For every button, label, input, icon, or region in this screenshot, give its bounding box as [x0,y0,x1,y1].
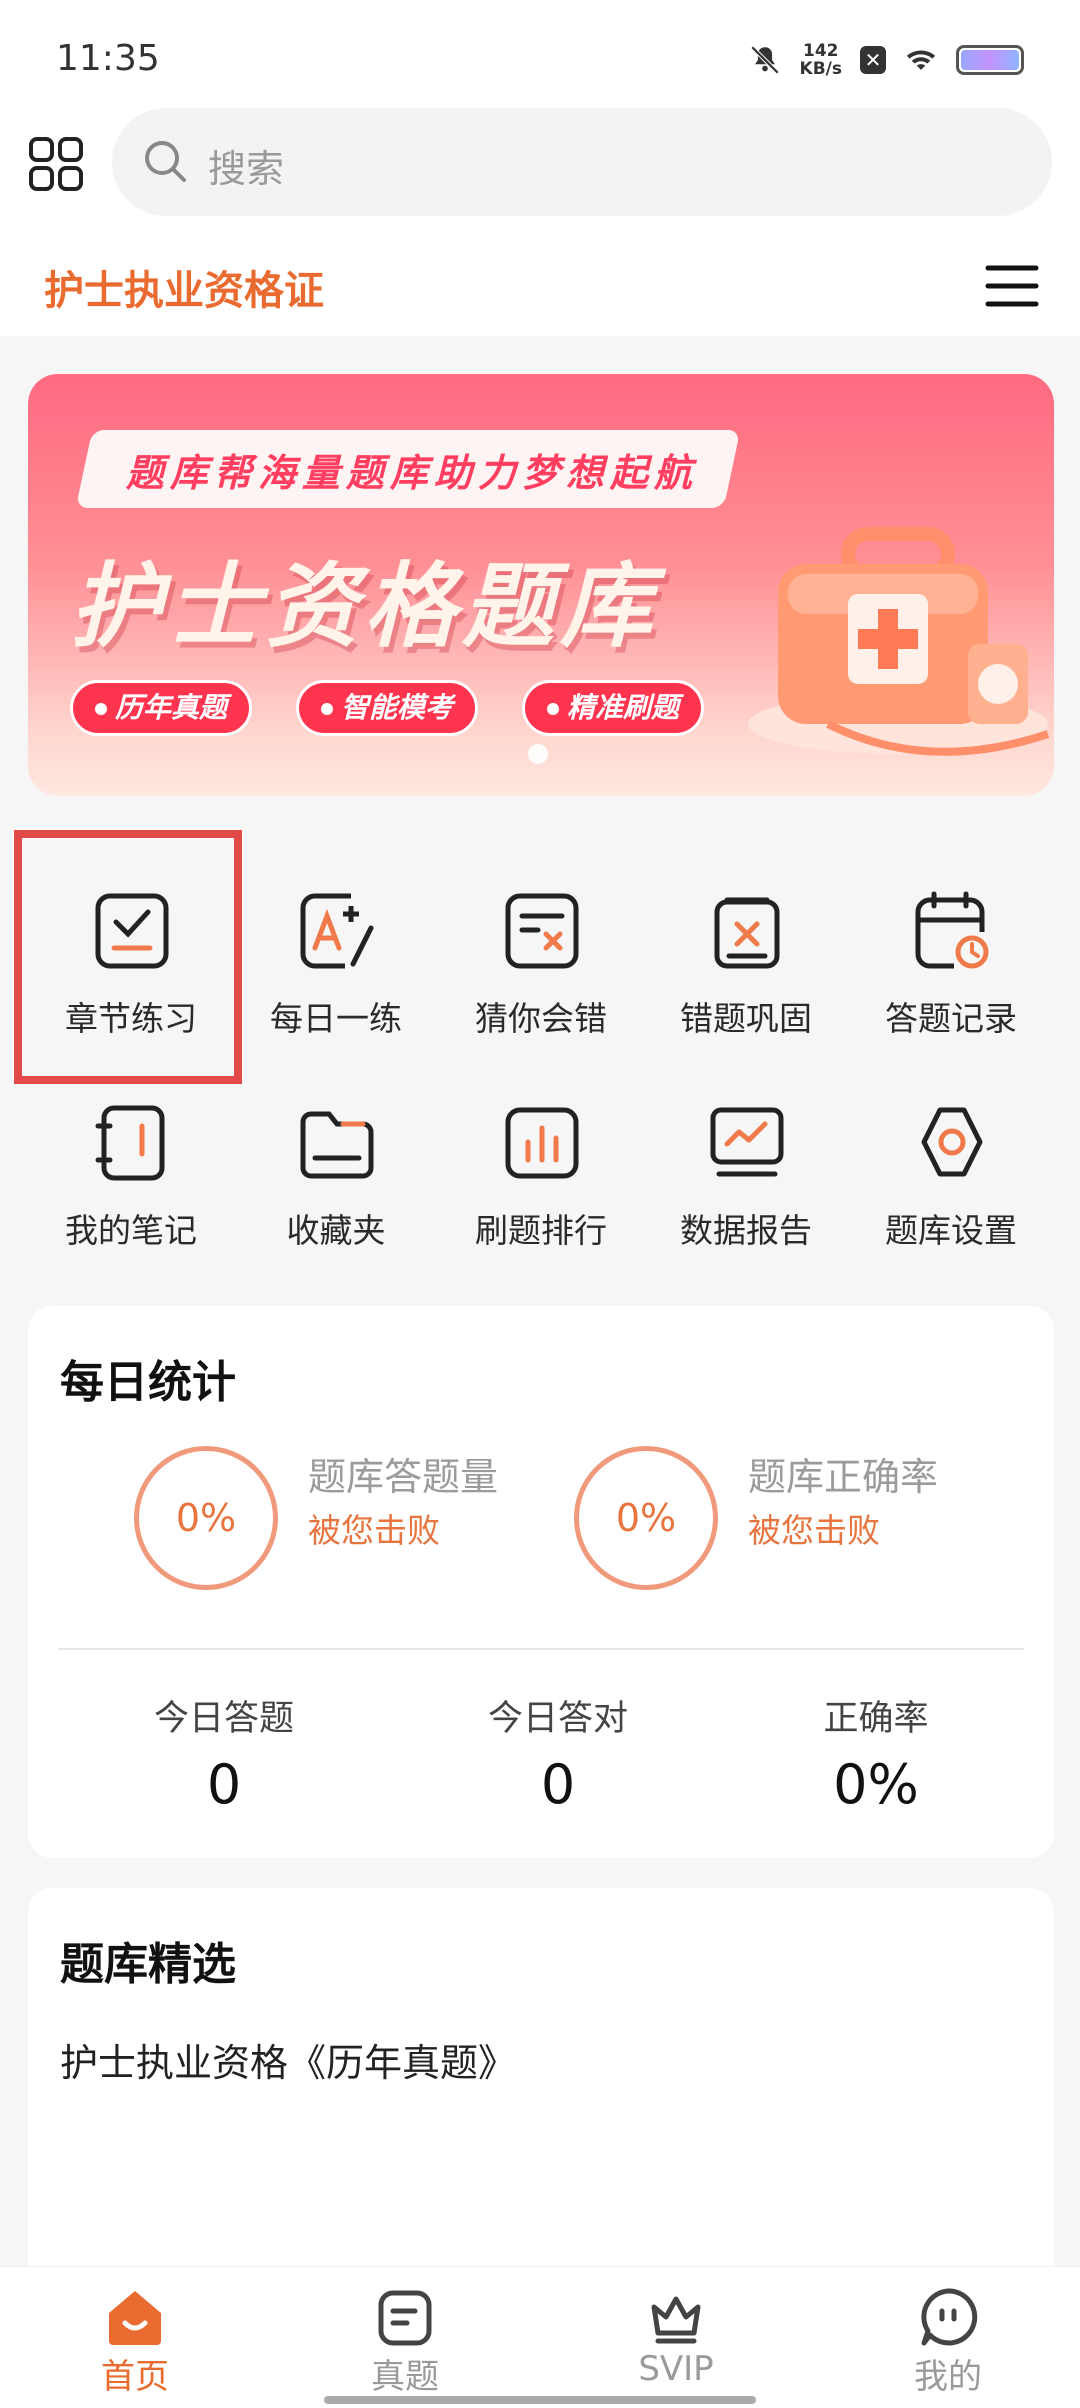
daily-stats-title: 每日统计 [60,1357,236,1408]
feature-bank-settings[interactable]: 题库设置 [848,1052,1054,1252]
status-time: 11:35 [56,38,160,79]
stat-label: 今日答对 [487,1699,628,1739]
profile-chat-icon [921,2288,978,2346]
feature-data-report[interactable]: 数据报告 [643,1052,849,1252]
nav-home[interactable]: 首页 [55,2287,215,2398]
feature-label: 刷题排行 [475,1211,607,1250]
banner-pill: 智能模考 [296,680,479,736]
stat-label: 正确率 [823,1699,929,1739]
network-speed: 142 KB/s [800,42,842,78]
promo-banner[interactable]: 题库帮海量题库助力梦想起航 护士资格题库 历年真题 智能模考 精准刷题 [28,374,1054,796]
data-report-icon [710,1107,784,1177]
feature-label: 数据报告 [680,1211,812,1250]
stat-value: 0 [206,1753,242,1816]
guess-wrong-icon [505,893,579,969]
search-placeholder: 搜索 [208,147,285,191]
stat-value: 0 [540,1753,576,1816]
daily-practice-icon [300,893,374,969]
search-input[interactable]: 搜索 [112,108,1052,216]
nav-label: SVIP [638,2349,714,2389]
feature-label: 猜你会错 [475,999,607,1038]
selection-highlight [14,830,242,1084]
header: 搜索 护士执业资格证 [0,100,1080,336]
accuracy-rate: 正确率 0% [726,1690,1026,1816]
banner-pill: 历年真题 [70,680,253,736]
home-icon [109,2291,161,2345]
featured-title: 题库精选 [60,1939,236,1990]
feature-mistake-review[interactable]: 错题巩固 [643,840,849,1040]
feature-ranking[interactable]: 刷题排行 [438,1052,644,1252]
feature-label: 收藏夹 [286,1211,386,1250]
status-icons: 142 KB/s ✕ [748,42,1024,78]
feature-label: 题库设置 [885,1211,1017,1250]
stat-label: 今日答题 [153,1699,294,1739]
banner-pill: 精准刷题 [522,680,705,736]
feature-label: 错题巩固 [680,999,812,1038]
nav-label: 真题 [371,2357,439,2397]
feature-label: 答题记录 [885,999,1017,1038]
bottom-nav: 首页 真题 SVIP 我的 [0,2266,1080,2408]
today-answered: 今日答题 0 [74,1690,374,1816]
nav-label: 首页 [101,2357,169,2397]
exam-paper-icon [378,2290,432,2346]
daily-stats-card: 每日统计 0% 题库答题量 被您击败 0% 题库正确率 被您击败 今日答题 0 … [28,1306,1054,1858]
accuracy-title: 题库正确率 [748,1455,939,1499]
nav-past-exams[interactable]: 真题 [325,2287,485,2398]
menu-icon[interactable] [984,262,1040,310]
battery-icon [956,45,1024,75]
ranking-chart-icon [505,1107,579,1179]
nav-svip[interactable]: SVIP [596,2287,756,2389]
apps-grid-icon[interactable] [28,136,84,192]
nav-label: 我的 [914,2357,982,2397]
answer-volume-title: 题库答题量 [308,1455,499,1499]
feature-answer-record[interactable]: 答题记录 [848,840,1054,1040]
feature-label: 我的笔记 [65,1211,197,1250]
no-sim-icon: ✕ [860,46,886,74]
feature-daily-practice[interactable]: 每日一练 [233,840,439,1040]
crown-icon [651,2296,701,2344]
folder-icon [300,1111,374,1179]
banner-title: 护士资格题库 [70,553,659,660]
stat-value: 0% [833,1753,919,1816]
network-speed-unit: KB/s [799,59,842,79]
featured-item-title[interactable]: 护士执业资格《历年真题》 [60,2032,516,2087]
feature-guess-wrong[interactable]: 猜你会错 [438,840,644,1040]
search-icon [145,141,186,182]
home-indicator[interactable] [324,2396,756,2404]
settings-icon [921,1107,983,1177]
wifi-icon [906,50,936,70]
status-bar: 11:35 142 KB/s ✕ [0,0,1080,100]
answer-volume-ring: 0% [134,1446,278,1590]
notes-icon [95,1105,165,1181]
medical-kit-illustration [748,527,1050,756]
feature-label: 每日一练 [270,999,402,1038]
banner-tagline-box: 题库帮海量题库助力梦想起航 [75,430,741,508]
answer-record-icon [915,891,989,969]
network-speed-value: 142 [803,41,839,61]
page-title[interactable]: 护士执业资格证 [44,258,324,316]
answer-volume-subtitle: 被您击败 [308,1511,440,1550]
accuracy-ring: 0% [574,1446,718,1590]
today-correct: 今日答对 0 [408,1690,708,1816]
feature-favorites[interactable]: 收藏夹 [233,1052,439,1252]
accuracy-subtitle: 被您击败 [748,1511,880,1550]
mute-bell-icon [750,45,779,75]
mistake-review-icon [714,897,780,969]
banner-tagline: 题库帮海量题库助力梦想起航 [126,450,699,495]
carousel-indicator[interactable] [528,744,548,764]
nav-profile[interactable]: 我的 [868,2287,1028,2398]
divider [58,1648,1024,1650]
